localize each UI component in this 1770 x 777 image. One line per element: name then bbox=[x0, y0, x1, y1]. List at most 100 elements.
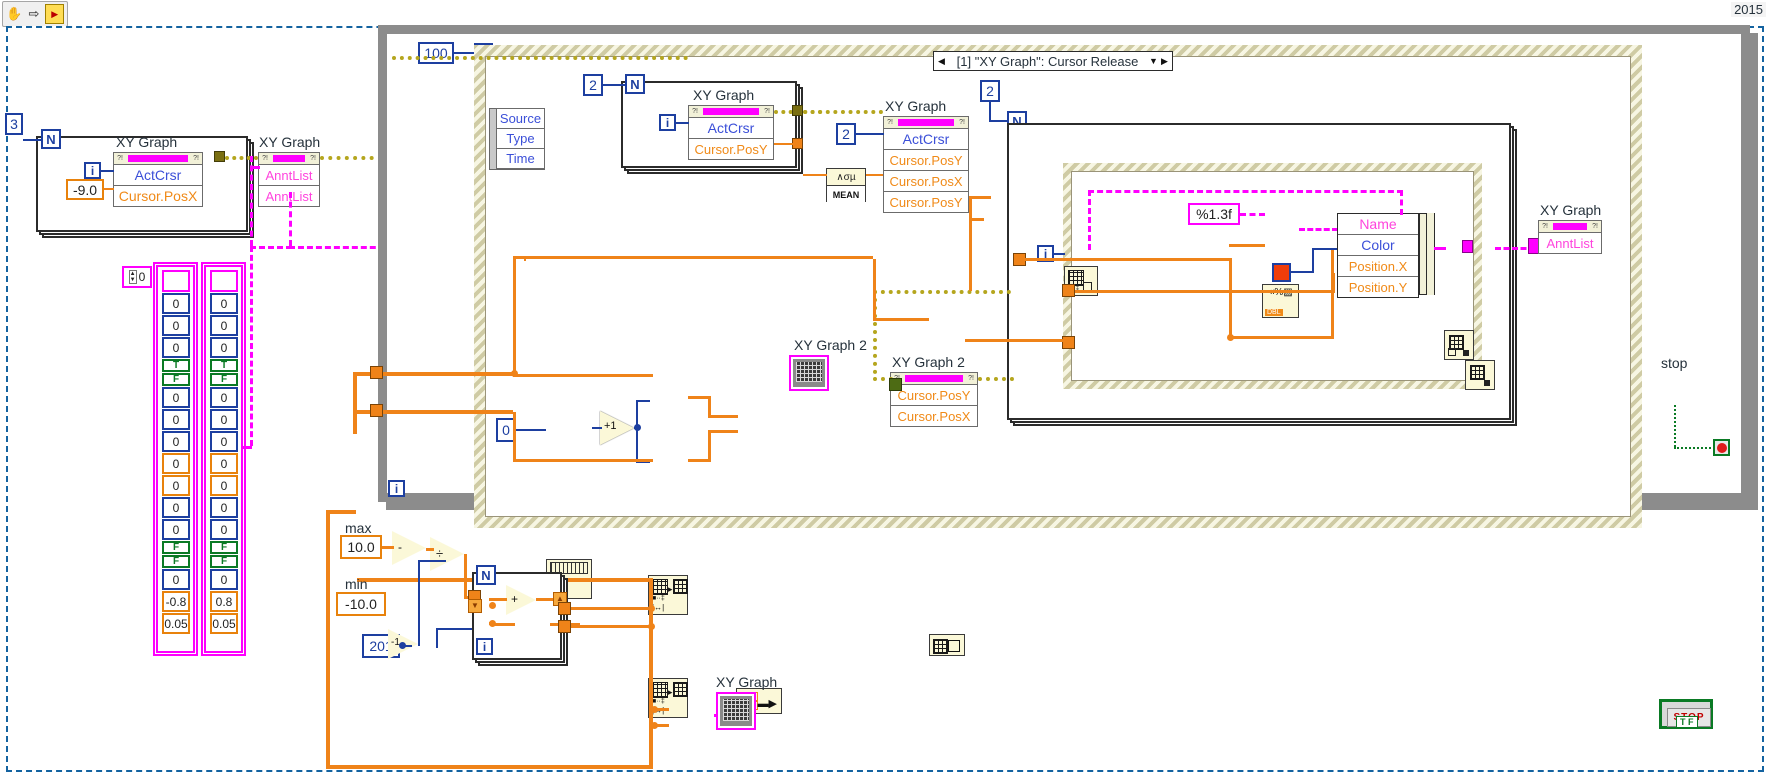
array-cell[interactable] bbox=[162, 270, 190, 292]
pn-actcrsr-posxy[interactable]: ?!?! ActCrsr Cursor.PosY Cursor.PosX Cur… bbox=[883, 116, 969, 213]
tunnel-bottom-out-1[interactable] bbox=[558, 602, 571, 615]
pnode-row-actcrsr[interactable]: ActCrsr bbox=[884, 129, 968, 150]
mean-function[interactable]: ∧σµ MEAN bbox=[826, 168, 866, 203]
array-cell[interactable]: 0 bbox=[162, 315, 190, 336]
event-row-type[interactable]: Type bbox=[497, 129, 544, 149]
array-cell[interactable]: F bbox=[162, 373, 190, 386]
pnode-row-cursor-posx[interactable]: Cursor.PosX bbox=[884, 171, 968, 192]
left-forloop-n-terminal[interactable]: N bbox=[41, 129, 61, 149]
const-loop-count-2c[interactable]: 2 bbox=[980, 80, 1000, 102]
array-cell[interactable] bbox=[210, 270, 238, 292]
array-cell[interactable]: 0 bbox=[162, 569, 190, 590]
arrow-right-icon[interactable]: ⇨ bbox=[26, 5, 43, 23]
array-cell[interactable]: 0 bbox=[210, 497, 238, 518]
tunnel-orange-in2[interactable] bbox=[370, 404, 383, 417]
shift-register-down-icon[interactable]: ▼ bbox=[468, 599, 482, 613]
array-cell[interactable]: 0 bbox=[210, 337, 238, 358]
xy-graph-bottom-indicator[interactable] bbox=[716, 692, 756, 730]
while-loop-i-terminal[interactable]: i bbox=[388, 480, 405, 497]
array-cell[interactable]: 0.05 bbox=[162, 613, 190, 634]
const-loop-count-2b[interactable]: 2 bbox=[836, 123, 856, 145]
array-cell[interactable]: -0.8 bbox=[162, 591, 190, 612]
array-cell[interactable]: 0 bbox=[210, 431, 238, 452]
array-cell[interactable]: 0 bbox=[210, 293, 238, 314]
bottom-forloop-i-terminal[interactable]: i bbox=[476, 638, 493, 655]
forloop-2a-i-terminal[interactable]: i bbox=[659, 114, 676, 131]
event-row-time[interactable]: Time bbox=[497, 149, 544, 168]
const-loop-count-2a[interactable]: 2 bbox=[583, 74, 603, 96]
run-diagram-icon[interactable]: ▶ bbox=[45, 4, 65, 24]
color-constant[interactable] bbox=[1272, 263, 1291, 282]
event-dropdown-arrow-icon[interactable]: ▼ bbox=[1148, 52, 1159, 70]
const-timeout-100[interactable]: 100 bbox=[418, 42, 454, 64]
pnode-row-cursor-posy-2[interactable]: Cursor.PosY bbox=[884, 192, 968, 212]
index-array-function-2[interactable] bbox=[1465, 360, 1495, 390]
pn-right-anntlist[interactable]: ?!?! AnntList bbox=[1538, 220, 1602, 254]
array-cell[interactable]: 0 bbox=[162, 409, 190, 430]
array-cell[interactable]: 0 bbox=[210, 519, 238, 540]
array-cell[interactable]: 0 bbox=[210, 453, 238, 474]
const-format-string[interactable]: %1.3f bbox=[1188, 203, 1240, 225]
pnode-row-anntlist[interactable]: AnntList bbox=[1539, 233, 1601, 253]
tunnel-ev-right-1[interactable] bbox=[1062, 284, 1075, 297]
const-max-10[interactable]: 10.0 bbox=[340, 535, 382, 559]
array-cell[interactable]: 0 bbox=[162, 497, 190, 518]
array-cell[interactable]: F bbox=[210, 373, 238, 386]
event-prev-arrow-icon[interactable]: ◀ bbox=[936, 52, 947, 70]
array-cell[interactable]: T bbox=[162, 359, 190, 372]
array-cell[interactable]: 0 bbox=[162, 293, 190, 314]
event-case-selector[interactable]: ◀ [1] "XY Graph": Cursor Release ▼ ▶ bbox=[933, 51, 1173, 71]
build-array-function[interactable] bbox=[1444, 330, 1474, 360]
pnode-row-cursor-posy-1[interactable]: Cursor.PosY bbox=[884, 150, 968, 171]
array-cell[interactable]: T bbox=[210, 359, 238, 372]
pnode-row-cursor-posy[interactable]: Cursor.PosY bbox=[689, 139, 773, 159]
cluster-row-name[interactable]: Name bbox=[1338, 214, 1418, 235]
pnode-row-cursor-posx[interactable]: Cursor.PosX bbox=[114, 186, 202, 206]
array-cell[interactable]: 0 bbox=[210, 387, 238, 408]
cluster-row-position-x[interactable]: Position.X bbox=[1338, 256, 1418, 277]
tunnel-ev-right-2[interactable] bbox=[1062, 336, 1075, 349]
tunnel-2a-right[interactable] bbox=[792, 105, 803, 116]
array-cell[interactable]: 0.8 bbox=[210, 591, 238, 612]
event-row-source[interactable]: Source bbox=[497, 109, 544, 129]
array-cell[interactable]: 0 bbox=[210, 475, 238, 496]
array-cell[interactable]: F bbox=[210, 555, 238, 568]
toolbar[interactable]: ✋ ⇨ ▶ bbox=[2, 1, 68, 27]
left-forloop-i-terminal[interactable]: i bbox=[84, 162, 101, 179]
hand-tool-icon[interactable]: ✋ bbox=[6, 5, 23, 23]
array-cell[interactable]: 0 bbox=[162, 453, 190, 474]
tunnel-inner-loop-out[interactable] bbox=[1462, 240, 1473, 253]
pnode-row-actcrsr[interactable]: ActCrsr bbox=[689, 118, 773, 139]
array-cell[interactable]: 0 bbox=[162, 337, 190, 358]
array-cell[interactable]: 0 bbox=[162, 387, 190, 408]
bottom-forloop-n-terminal[interactable]: N bbox=[476, 565, 496, 585]
array-cell[interactable]: 0 bbox=[210, 569, 238, 590]
pnode-row-g2-posy[interactable]: Cursor.PosY bbox=[891, 385, 977, 406]
pn-left-actcrsr[interactable]: ?!?! ActCrsr Cursor.PosX bbox=[113, 152, 203, 207]
cluster-row-position-y[interactable]: Position.Y bbox=[1338, 277, 1418, 297]
const-loop-count-3[interactable]: 3 bbox=[5, 113, 23, 135]
pnode-row-actcrsr[interactable]: ActCrsr bbox=[114, 165, 202, 186]
const-cursor-posx--9[interactable]: -9.0 bbox=[66, 179, 104, 200]
pn-source-type-time[interactable]: Source Type Time bbox=[496, 108, 545, 169]
const-min--10[interactable]: -10.0 bbox=[336, 592, 386, 616]
tunnel-orange-in1[interactable] bbox=[370, 366, 383, 379]
array-cell[interactable]: F bbox=[162, 555, 190, 568]
array-cell[interactable]: 0 bbox=[162, 475, 190, 496]
xy-graph-2-indicator[interactable] bbox=[789, 355, 829, 391]
array-cell[interactable]: F bbox=[210, 541, 238, 554]
array-subset-function[interactable] bbox=[929, 634, 965, 656]
forloop-2a-n-terminal[interactable]: N bbox=[625, 74, 645, 94]
pnode-row-g2-posx[interactable]: Cursor.PosX bbox=[891, 406, 977, 426]
stop-control[interactable]: STOP T F bbox=[1659, 699, 1713, 729]
pn-graph2-cursor[interactable]: ?!?! Cursor.PosY Cursor.PosX bbox=[890, 372, 978, 427]
array-index-display[interactable]: ▲ ▼ 0 bbox=[122, 266, 152, 288]
array-cell[interactable]: F bbox=[162, 541, 190, 554]
array-cell[interactable]: 0 bbox=[210, 409, 238, 430]
tunnel-left-loop-out[interactable] bbox=[214, 151, 225, 162]
tunnel-bottom-out-2[interactable] bbox=[558, 620, 571, 633]
pnode-row-anntlist-in[interactable]: AnntList bbox=[259, 165, 319, 186]
cluster-row-color[interactable]: Color bbox=[1338, 235, 1418, 256]
array-cell[interactable]: 0 bbox=[162, 519, 190, 540]
tunnel-ev-right-3[interactable] bbox=[889, 378, 902, 391]
